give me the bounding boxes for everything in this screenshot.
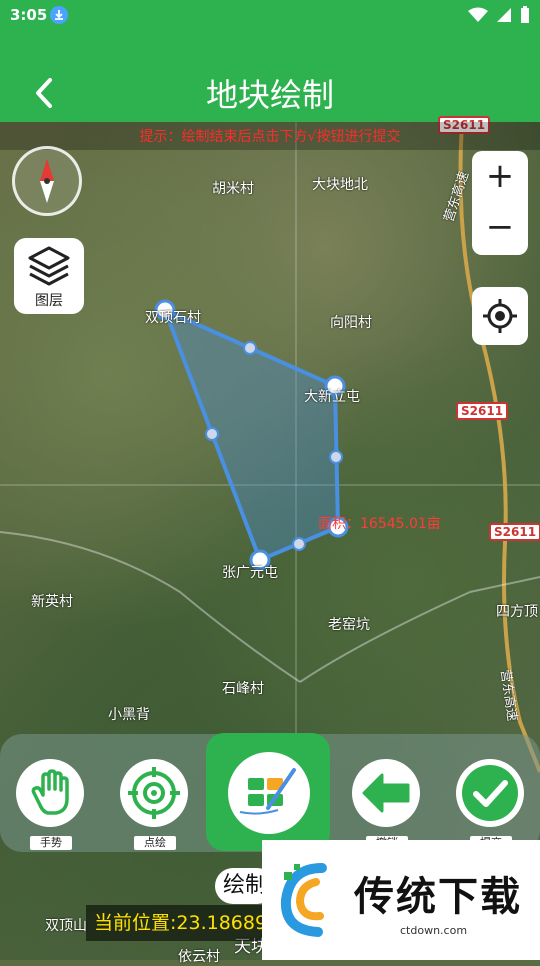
area-label: 面积：16545.01亩 (318, 516, 441, 532)
arrow-left-icon (362, 773, 410, 813)
signal-icon (497, 8, 511, 22)
battery-icon (521, 6, 529, 23)
map-label: 胡米村 (212, 181, 254, 197)
map-label: 向阳村 (330, 315, 372, 331)
gesture-label: 手势 (30, 836, 72, 850)
map-label: 张广元屯 (222, 565, 278, 581)
gesture-button[interactable] (16, 759, 84, 827)
map-label: 石峰村 (222, 681, 264, 697)
map-label: 双顶山 (45, 918, 87, 934)
status-bar: 3:05 (0, 0, 540, 32)
zoom-out-button[interactable]: − (472, 203, 528, 255)
zoom-control: + − (472, 151, 528, 255)
map-label: 大块地北 (312, 177, 368, 193)
status-icons (468, 6, 530, 24)
map-label: 老窑坑 (328, 617, 370, 633)
status-time: 3:05 (10, 6, 48, 24)
watermark-url: ctdown.com (400, 924, 468, 937)
point-draw-button[interactable] (120, 759, 188, 827)
page-title: 地块绘制 (205, 76, 334, 114)
download-icon (50, 6, 68, 24)
watermark-name: 传统下载 (354, 874, 522, 920)
map-label: 大新立屯 (304, 389, 360, 405)
compass-icon[interactable] (12, 146, 82, 216)
hand-icon (31, 769, 69, 815)
map-label: 新英村 (31, 594, 73, 610)
watermark: 传统下载 ctdown.com (262, 840, 540, 960)
map-label: 依云村 (178, 949, 220, 965)
current-position: 当前位置:23.18689 (86, 905, 276, 941)
road-badge: S2611 (456, 402, 509, 420)
draw-icon (239, 768, 296, 815)
zoom-in-button[interactable]: + (472, 151, 528, 203)
map-label: 双顶石村 (145, 310, 201, 326)
locate-button[interactable] (472, 287, 528, 345)
wifi-icon (468, 7, 488, 22)
hint-text: 提示：绘制结束后点击下方√按钮进行提交 (139, 129, 401, 145)
draw-mode-button[interactable] (206, 733, 330, 851)
road-badge: S2611 (489, 523, 540, 541)
layers-label: 图层 (35, 293, 63, 309)
target-icon (128, 767, 180, 819)
submit-button[interactable] (456, 759, 524, 827)
layers-button[interactable]: 图层 (14, 238, 84, 314)
undo-button[interactable] (352, 759, 420, 827)
point-draw-label: 点绘 (134, 836, 176, 850)
app-bar: 地块绘制 (0, 32, 540, 122)
checkmark-icon (462, 765, 518, 821)
watermark-logo-icon (280, 863, 327, 937)
crosshair-icon (483, 299, 517, 333)
map-label: 小黑背 (108, 707, 150, 723)
map-label: 四方顶 (496, 604, 538, 620)
layers-icon (28, 246, 70, 286)
